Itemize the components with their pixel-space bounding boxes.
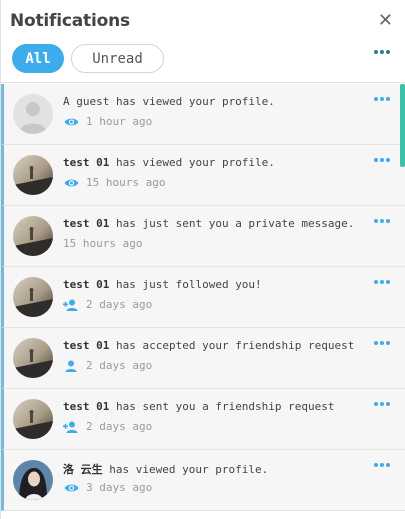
notification-item[interactable]: test 01 has just followed you! 2 days ago [1, 267, 405, 328]
message-text: has viewed your profile. [102, 463, 269, 476]
notification-meta: 3 days ago [63, 481, 152, 494]
message-text: A guest has viewed your profile. [63, 95, 275, 108]
close-icon[interactable]: ✕ [378, 10, 393, 31]
item-options-icon[interactable] [374, 402, 390, 406]
timestamp: 15 hours ago [86, 176, 166, 189]
avatar[interactable] [13, 216, 53, 256]
notification-meta: 15 hours ago [63, 237, 142, 250]
timestamp: 2 days ago [86, 420, 153, 433]
timestamp: 2 days ago [86, 298, 153, 311]
actor-name[interactable]: test 01 [63, 278, 109, 291]
timestamp: 1 hour ago [86, 115, 153, 128]
actor-name[interactable]: test 01 [63, 339, 109, 352]
notification-meta: 2 days ago [63, 298, 152, 311]
notification-message: test 01 has viewed your profile. [63, 156, 275, 169]
notification-list: A guest has viewed your profile. 1 hour a… [1, 84, 405, 519]
avatar[interactable] [13, 460, 53, 500]
avatar[interactable] [13, 338, 53, 378]
panel-title: Notifications [10, 11, 130, 31]
notification-item[interactable]: A guest has viewed your profile. 1 hour a… [1, 84, 405, 145]
message-text: has just followed you! [109, 278, 262, 291]
actor-name[interactable]: test 01 [63, 400, 109, 413]
more-options-icon[interactable] [374, 50, 390, 54]
notification-meta: 15 hours ago [63, 176, 165, 189]
user-plus-icon [63, 299, 79, 311]
timestamp: 2 days ago [86, 359, 153, 372]
notification-message: test 01 has sent you a friendship reques… [63, 400, 335, 413]
message-text: has sent you a friendship request [109, 400, 335, 413]
eye-icon [63, 116, 79, 128]
timestamp: 3 days ago [86, 481, 153, 494]
tab-unread[interactable]: Unread [71, 44, 164, 73]
notification-item[interactable]: 洛 云生 has viewed your profile. 3 days ago [1, 450, 405, 511]
notifications-header: Notifications ✕ All Unread [1, 0, 405, 83]
timestamp: 15 hours ago [63, 237, 143, 250]
actor-name[interactable]: test 01 [63, 156, 109, 169]
tab-all[interactable]: All [12, 44, 64, 73]
notifications-panel: Notifications ✕ All Unread A guest has v… [0, 0, 405, 519]
user-icon [63, 360, 79, 372]
actor-name[interactable]: 洛 云生 [63, 463, 103, 476]
message-text: has accepted your friendship request [109, 339, 355, 352]
scrollbar[interactable] [400, 84, 405, 167]
avatar[interactable] [13, 399, 53, 439]
notification-item[interactable]: test 01 has viewed your profile. 15 hours… [1, 145, 405, 206]
notification-meta: 1 hour ago [63, 115, 152, 128]
item-options-icon[interactable] [374, 219, 390, 223]
item-options-icon[interactable] [374, 463, 390, 467]
item-options-icon[interactable] [374, 341, 390, 345]
item-options-icon[interactable] [374, 97, 390, 101]
notification-item[interactable]: test 01 has just sent you a private mess… [1, 206, 405, 267]
message-text: has just sent you a private message. [109, 217, 355, 230]
notification-message: A guest has viewed your profile. [63, 95, 275, 108]
eye-icon [63, 482, 79, 494]
notification-item[interactable]: test 01 has accepted your friendship req… [1, 328, 405, 389]
item-options-icon[interactable] [374, 280, 390, 284]
message-text: has viewed your profile. [109, 156, 275, 169]
item-options-icon[interactable] [374, 158, 390, 162]
avatar[interactable] [13, 155, 53, 195]
user-plus-icon [63, 421, 79, 433]
notification-item[interactable]: test 01 has sent you a friendship reques… [1, 389, 405, 450]
actor-name[interactable]: test 01 [63, 217, 109, 230]
notification-meta: 2 days ago [63, 420, 152, 433]
filter-tabs: All Unread [12, 44, 164, 73]
notification-message: test 01 has just sent you a private mess… [63, 217, 354, 230]
avatar[interactable] [13, 94, 53, 134]
notification-message: test 01 has accepted your friendship req… [63, 339, 354, 352]
notification-message: 洛 云生 has viewed your profile. [63, 461, 268, 477]
eye-icon [63, 177, 79, 189]
notification-meta: 2 days ago [63, 359, 152, 372]
avatar[interactable] [13, 277, 53, 317]
notification-message: test 01 has just followed you! [63, 278, 262, 291]
